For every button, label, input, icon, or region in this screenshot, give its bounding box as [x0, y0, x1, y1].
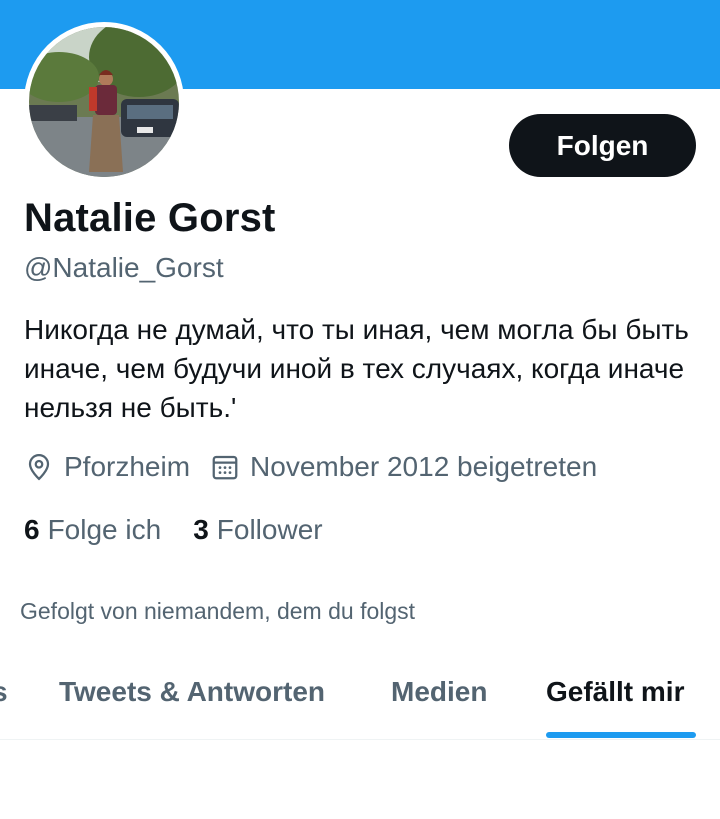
profile-name: Natalie Gorst [24, 196, 276, 240]
followers-link[interactable]: 3 Follower [193, 514, 322, 546]
join-date-text: November 2012 beigetreten [250, 451, 598, 482]
followers-label: Follower [216, 514, 323, 545]
join-date: November 2012 beigetreten [210, 451, 597, 483]
tabs-divider [0, 739, 720, 740]
following-label: Folge ich [47, 514, 162, 545]
profile-stats: 6 Folge ich 3 Follower [24, 514, 323, 546]
follow-button[interactable]: Folgen [509, 114, 696, 177]
active-tab-indicator [546, 732, 696, 738]
profile-tabs: s Tweets & Antworten Medien Gefällt mir [0, 668, 720, 740]
tab-tweets[interactable]: s [0, 668, 8, 740]
calendar-icon [212, 455, 238, 480]
tab-tweets-and-replies[interactable]: Tweets & Antworten [59, 668, 325, 740]
location: Pforzheim [24, 451, 190, 483]
followers-count: 3 [193, 514, 209, 545]
location-text: Pforzheim [64, 451, 191, 482]
followed-by-text: Gefolgt von niemandem, dem du folgst [20, 598, 416, 624]
location-pin-icon [28, 453, 50, 481]
avatar[interactable] [24, 22, 184, 182]
tab-likes[interactable]: Gefällt mir [546, 668, 684, 740]
profile-bio: Никогда не думай, что ты иная, чем могла… [24, 314, 689, 423]
following-count: 6 [24, 514, 40, 545]
following-link[interactable]: 6 Folge ich [24, 514, 161, 546]
profile-handle: @Natalie_Gorst [24, 252, 224, 283]
tab-media[interactable]: Medien [391, 668, 487, 740]
profile-meta: Pforzheim November 2012 beigetreten [24, 451, 597, 483]
avatar-photo [29, 27, 179, 177]
